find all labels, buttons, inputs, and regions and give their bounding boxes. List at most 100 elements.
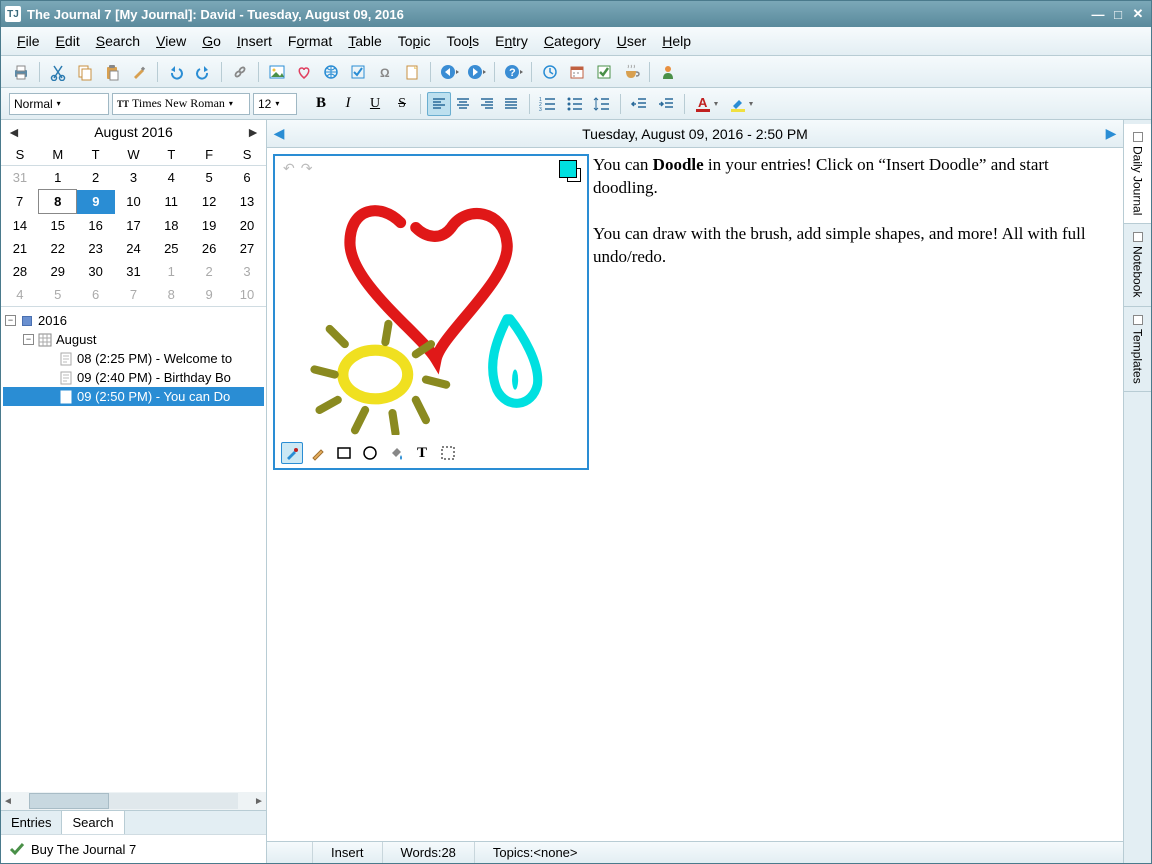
cal-day[interactable]: 26 [190,237,228,260]
redo-button[interactable] [191,60,215,84]
cal-day[interactable]: 8 [152,283,190,306]
cal-day[interactable]: 3 [228,260,266,283]
rtab-daily-journal[interactable]: Daily Journal [1124,124,1151,224]
font-size-select[interactable]: 12▾ [253,93,297,115]
line-spacing-button[interactable] [590,92,614,116]
buy-link[interactable]: Buy The Journal 7 [1,834,266,863]
rtab-templates[interactable]: Templates [1124,307,1151,393]
insert-image-button[interactable] [265,60,289,84]
outdent-button[interactable] [627,92,651,116]
cal-day[interactable]: 9 [190,283,228,306]
editor[interactable]: ↶ ↷ [267,148,1123,841]
check-green-button[interactable] [592,60,616,84]
highlight-button[interactable] [726,92,758,116]
cal-day[interactable]: 28 [1,260,39,283]
doodle-brush-tool[interactable] [281,442,303,464]
cal-day[interactable]: 5 [39,283,77,306]
doodle-pencil-tool[interactable] [307,442,329,464]
cal-next-button[interactable]: ► [246,124,260,140]
cal-day[interactable]: 4 [1,283,39,306]
collapse-icon[interactable]: − [23,334,34,345]
bold-button[interactable]: B [309,92,333,116]
cut-button[interactable] [46,60,70,84]
cal-day[interactable]: 21 [1,237,39,260]
cal-day[interactable]: 19 [190,214,228,238]
cal-day[interactable]: 1 [152,260,190,283]
person-button[interactable] [656,60,680,84]
doodle-redo-button[interactable]: ↷ [301,160,313,177]
menu-search[interactable]: Search [90,31,146,51]
cal-day[interactable]: 7 [115,283,153,306]
strike-button[interactable]: S [390,92,414,116]
cal-day[interactable]: 15 [39,214,77,238]
doodle-canvas[interactable] [279,182,583,435]
cal-day[interactable]: 2 [190,260,228,283]
font-color-button[interactable]: A [691,92,723,116]
print-button[interactable] [9,60,33,84]
cal-day[interactable]: 25 [152,237,190,260]
back-button[interactable] [437,60,461,84]
align-justify-button[interactable] [499,92,523,116]
collapse-icon[interactable]: − [5,315,16,326]
align-right-button[interactable] [475,92,499,116]
doodle-circle-tool[interactable] [359,442,381,464]
doodle-widget[interactable]: ↶ ↷ [273,154,589,470]
cal-day[interactable]: 22 [39,237,77,260]
doodle-select-tool[interactable] [437,442,459,464]
cal-day[interactable]: 23 [77,237,115,260]
menu-user[interactable]: User [611,31,653,51]
menu-help[interactable]: Help [656,31,697,51]
italic-button[interactable]: I [336,92,360,116]
underline-button[interactable]: U [363,92,387,116]
cal-day[interactable]: 3 [115,166,153,190]
menu-file[interactable]: File [11,31,46,51]
tree-entry[interactable]: 08 (2:25 PM) - Welcome to [3,349,264,368]
next-entry-button[interactable]: ▶ [1099,125,1123,142]
menu-go[interactable]: Go [196,31,227,51]
tree-entry[interactable]: 09 (2:40 PM) - Birthday Bo [3,368,264,387]
menu-insert[interactable]: Insert [231,31,278,51]
cal-day[interactable]: 8 [39,190,77,214]
cal-day[interactable]: 10 [228,283,266,306]
cal-day[interactable]: 6 [77,283,115,306]
menu-table[interactable]: Table [342,31,387,51]
doodle-fill-tool[interactable] [385,442,407,464]
tab-search[interactable]: Search [62,811,124,834]
bullet-list-button[interactable] [563,92,587,116]
menu-format[interactable]: Format [282,31,338,51]
copy-button[interactable] [73,60,97,84]
cal-day[interactable]: 16 [77,214,115,238]
cal-day[interactable]: 20 [228,214,266,238]
tree-month[interactable]: − August [3,330,264,349]
doodle-text-tool[interactable]: T [411,442,433,464]
cal-day[interactable]: 17 [115,214,153,238]
menu-category[interactable]: Category [538,31,607,51]
tree-entry[interactable]: 09 (2:50 PM) - You can Do [3,387,264,406]
tab-entries[interactable]: Entries [1,811,62,834]
favorite-button[interactable] [292,60,316,84]
numbered-list-button[interactable]: 123 [536,92,560,116]
cal-day[interactable]: 11 [152,190,190,214]
brush-button[interactable] [127,60,151,84]
globe-button[interactable] [319,60,343,84]
cal-day[interactable]: 18 [152,214,190,238]
undo-button[interactable] [164,60,188,84]
help-button[interactable]: ? [501,60,525,84]
tree-year[interactable]: − 2016 [3,311,264,330]
special-char-button[interactable]: Ω [373,60,397,84]
clock-button[interactable] [538,60,562,84]
minimize-button[interactable]: — [1089,6,1107,22]
forward-button[interactable] [464,60,488,84]
align-center-button[interactable] [451,92,475,116]
coffee-button[interactable] [619,60,643,84]
link-button[interactable] [228,60,252,84]
cal-day[interactable]: 31 [1,166,39,190]
doodle-color-swatch[interactable] [559,160,581,182]
font-select[interactable]: TTTimes New Roman▾ [112,93,250,115]
menu-view[interactable]: View [150,31,192,51]
prev-entry-button[interactable]: ◀ [267,125,291,142]
check-button[interactable] [346,60,370,84]
cal-day[interactable]: 9 [77,190,115,214]
cal-day[interactable]: 10 [115,190,153,214]
menu-tools[interactable]: Tools [440,31,485,51]
